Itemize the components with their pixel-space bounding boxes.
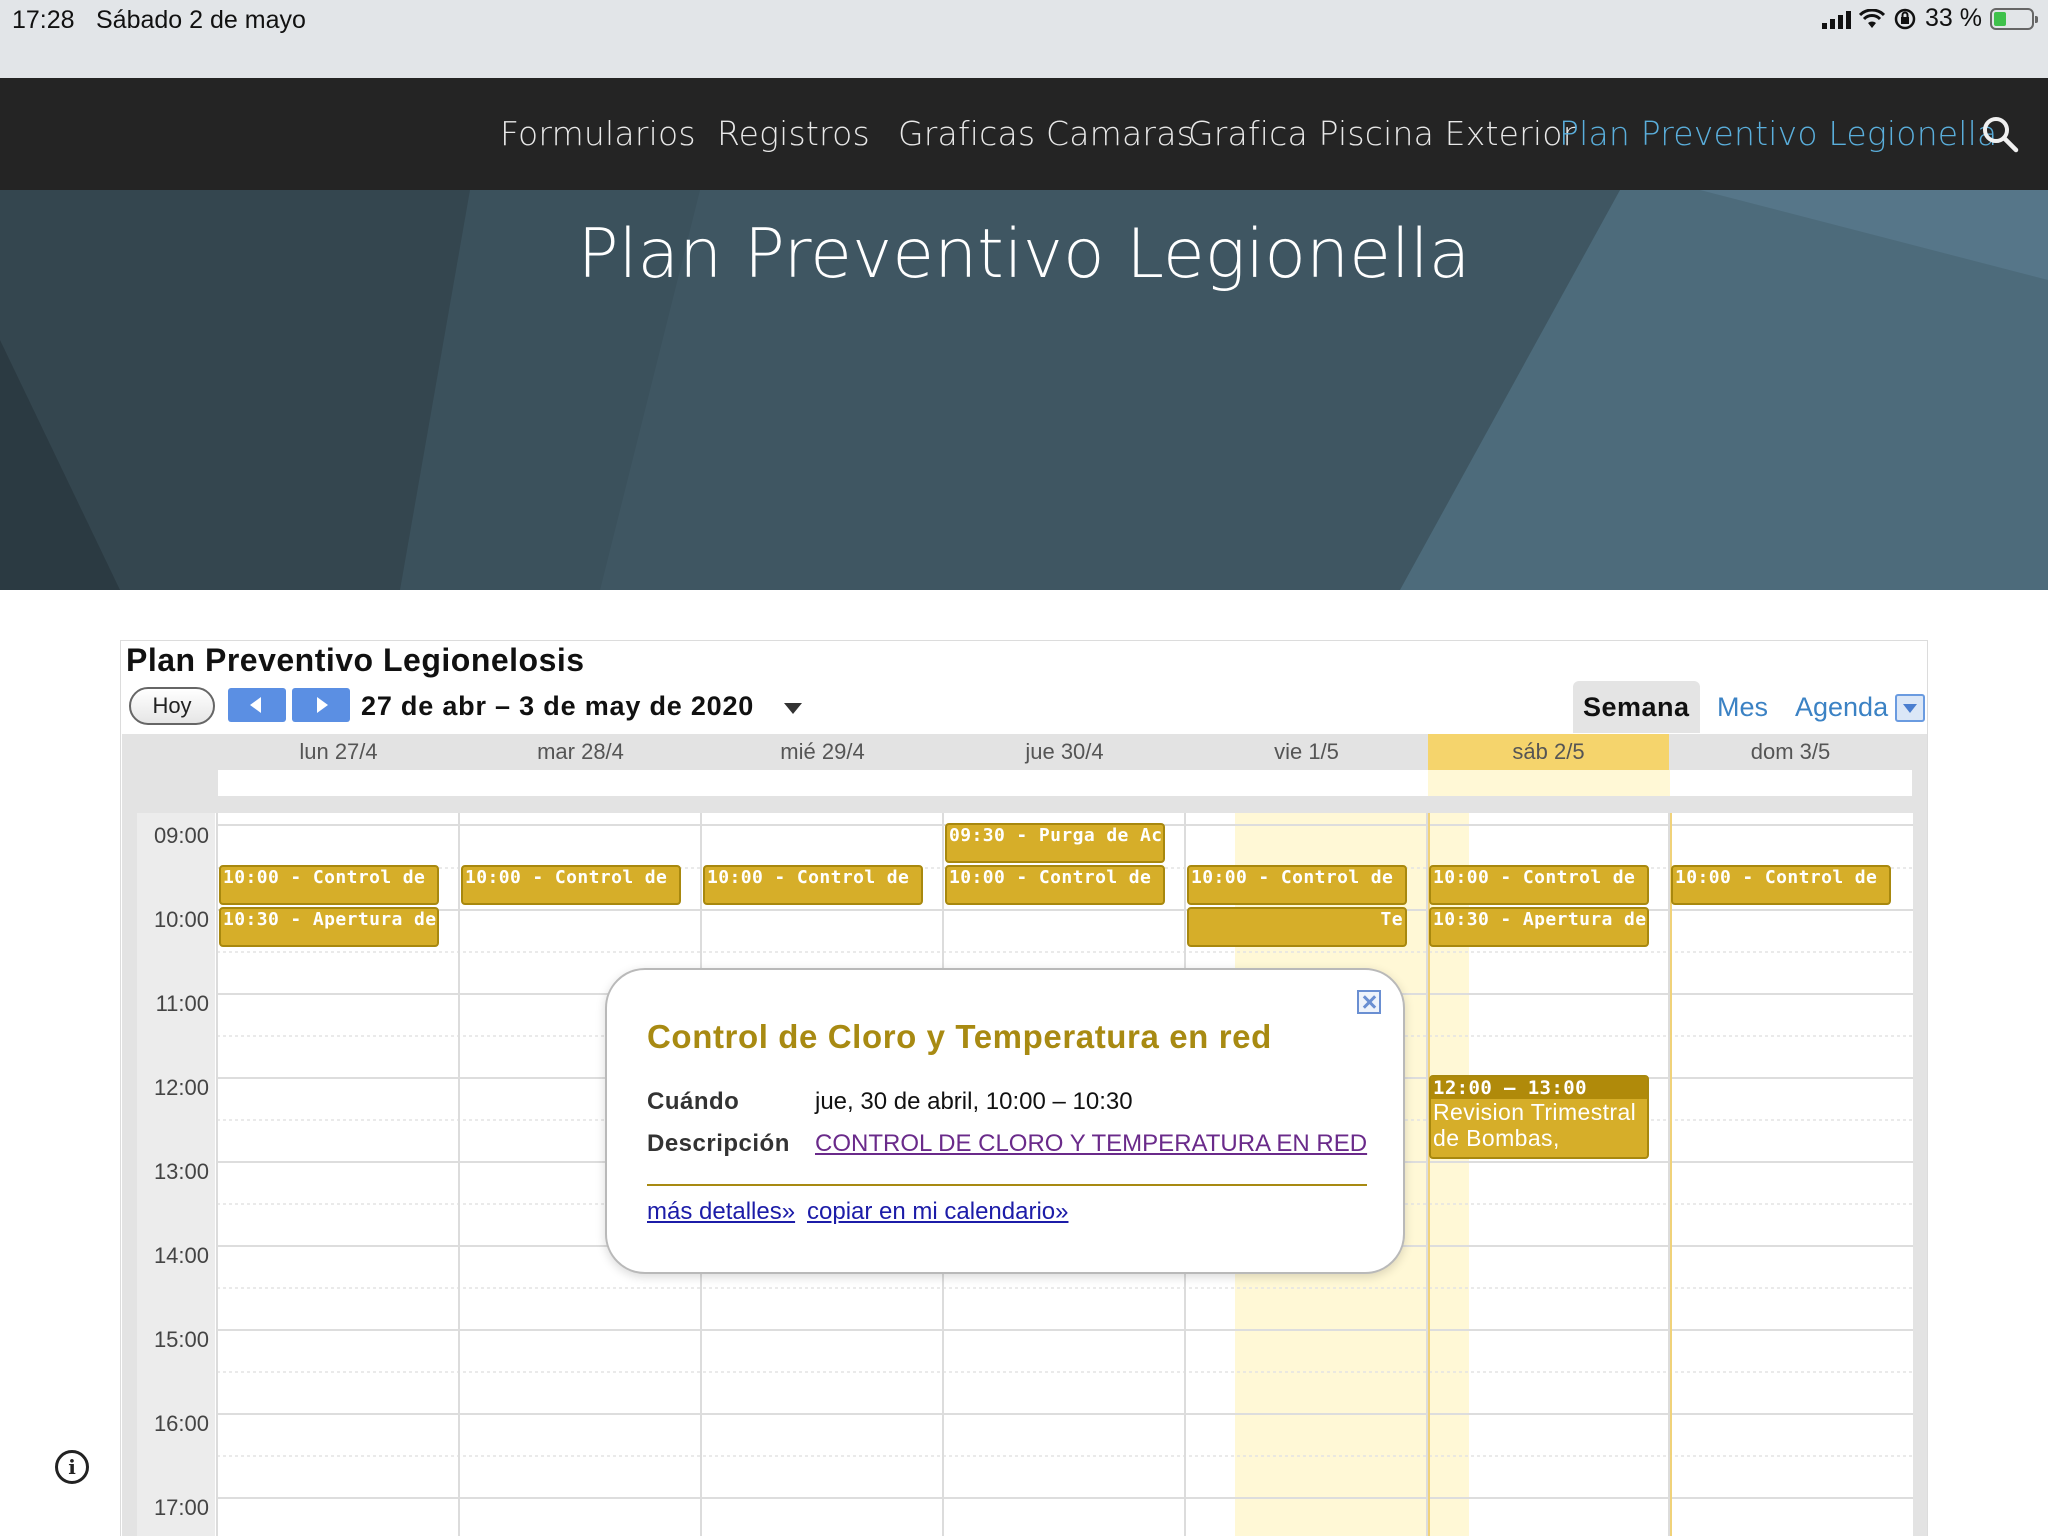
calendar-event-selected[interactable]: 10:00 - Control de Clo: [945, 865, 1165, 905]
calendar-event[interactable]: 10:30 - Apertura de H: [1429, 907, 1649, 947]
date-range-label[interactable]: 27 de abr – 3 de may de 2020: [361, 691, 754, 722]
page-title: Plan Preventivo Legionella: [577, 215, 1471, 294]
battery-percent: 33 %: [1925, 4, 1982, 32]
day-header-thu[interactable]: jue 30/4: [944, 734, 1185, 770]
day-header-fri[interactable]: vie 1/5: [1186, 734, 1427, 770]
divider: [647, 1184, 1367, 1186]
tab-month[interactable]: Mes: [1707, 681, 1778, 733]
event-details-popup: Control de Cloro y Temperatura en red Cu…: [605, 968, 1405, 1274]
site-navigation: Formularios Registros Graficas Camaras G…: [0, 78, 2048, 190]
calendar-event[interactable]: Te: [1187, 907, 1407, 947]
date-range-dropdown-icon[interactable]: [784, 703, 802, 714]
info-icon[interactable]: i: [55, 1450, 89, 1484]
event-time: 12:00 – 13:00: [1431, 1077, 1647, 1099]
hour-label-1600: 16:00: [153, 1411, 209, 1436]
nav-item-graficas-camaras[interactable]: Graficas Camaras: [898, 114, 1194, 153]
day-header-sat-today[interactable]: sáb 2/5: [1428, 734, 1669, 770]
calendar-event[interactable]: 09:30 - Purga de Acum: [945, 823, 1165, 863]
rotation-lock-icon: [1894, 8, 1916, 29]
more-details-link[interactable]: más detalles»: [647, 1198, 795, 1226]
status-bar: 17:28 Sábado 2 de mayo 33 %: [0, 0, 2048, 78]
calendar-title: Plan Preventivo Legionelosis: [126, 642, 585, 678]
close-icon[interactable]: [1357, 990, 1381, 1014]
description-link[interactable]: CONTROL DE CLORO Y TEMPERATURA EN RED: [815, 1130, 1367, 1158]
status-date: Sábado 2 de mayo: [96, 6, 306, 34]
calendar-event[interactable]: 10:00 - Control de Clo: [1429, 865, 1649, 905]
all-day-cell-today[interactable]: [1428, 770, 1670, 796]
all-day-cell-sun[interactable]: [1670, 770, 1912, 796]
status-right-group: 33 %: [1822, 4, 2038, 33]
day-header-mon[interactable]: lun 27/4: [218, 734, 459, 770]
view-menu-dropdown-icon[interactable]: [1895, 694, 1925, 722]
calendar-event[interactable]: 10:00 - Control de Clo: [1187, 865, 1407, 905]
hour-label-1700: 17:00: [153, 1495, 209, 1520]
nav-item-grafica-piscina-exterior[interactable]: Grafica Piscina Exterior: [1188, 114, 1576, 153]
event-title: Control de Cloro y Temperatura en red: [647, 1018, 1272, 1055]
copy-to-calendar-link[interactable]: copiar en mi calendario»: [807, 1198, 1068, 1226]
hour-label-0900: 09:00: [153, 823, 209, 848]
event-title: Revision Trimestral de Bombas,: [1433, 1099, 1637, 1151]
wifi-icon: [1859, 8, 1886, 28]
status-time: 17:28: [12, 6, 75, 34]
calendar-event[interactable]: 10:00 - Control de Clo: [461, 865, 681, 905]
battery-icon: [1990, 7, 2038, 30]
nav-item-plan-preventivo-legionella[interactable]: Plan Preventivo Legionella: [1559, 114, 1997, 153]
calendar-event[interactable]: 10:00 - Control de Clo: [703, 865, 923, 905]
calendar-event[interactable]: 10:00 - Control de Clo: [1671, 865, 1891, 905]
day-header-sun[interactable]: dom 3/5: [1670, 734, 1911, 770]
hero-banner: Plan Preventivo Legionella: [0, 190, 2048, 590]
battery-level: [1994, 11, 2006, 26]
when-value: jue, 30 de abril, 10:00 – 10:30: [815, 1088, 1133, 1115]
hour-label-1500: 15:00: [153, 1327, 209, 1352]
hour-label-1400: 14:00: [153, 1243, 209, 1268]
day-header-wed[interactable]: mié 29/4: [702, 734, 943, 770]
search-icon[interactable]: [1980, 114, 2020, 154]
when-label: Cuándo: [647, 1088, 740, 1115]
tab-week[interactable]: Semana: [1573, 681, 1700, 733]
hour-label-1100: 11:00: [155, 991, 209, 1016]
today-button[interactable]: Hoy: [129, 687, 215, 725]
nav-item-registros[interactable]: Registros: [717, 114, 870, 153]
hour-label-1200: 12:00: [153, 1075, 209, 1100]
tab-agenda[interactable]: Agenda: [1785, 681, 1898, 733]
next-week-button[interactable]: [292, 688, 350, 722]
hour-label-1000: 10:00: [153, 907, 209, 932]
hour-label-1300: 13:00: [153, 1159, 209, 1184]
calendar-event[interactable]: 12:00 – 13:00 Revision Trimestral de Bom…: [1429, 1075, 1649, 1159]
nav-item-formularios[interactable]: Formularios: [500, 114, 696, 153]
signal-icon: [1822, 9, 1852, 29]
prev-week-button[interactable]: [228, 688, 286, 722]
calendar-event[interactable]: 10:00 - Control de Clo: [219, 865, 439, 905]
calendar-event[interactable]: 10:30 - Apertura de H: [219, 907, 439, 947]
description-label: Descripción: [647, 1130, 790, 1157]
all-day-row[interactable]: [218, 770, 1428, 796]
day-header-tue[interactable]: mar 28/4: [460, 734, 701, 770]
